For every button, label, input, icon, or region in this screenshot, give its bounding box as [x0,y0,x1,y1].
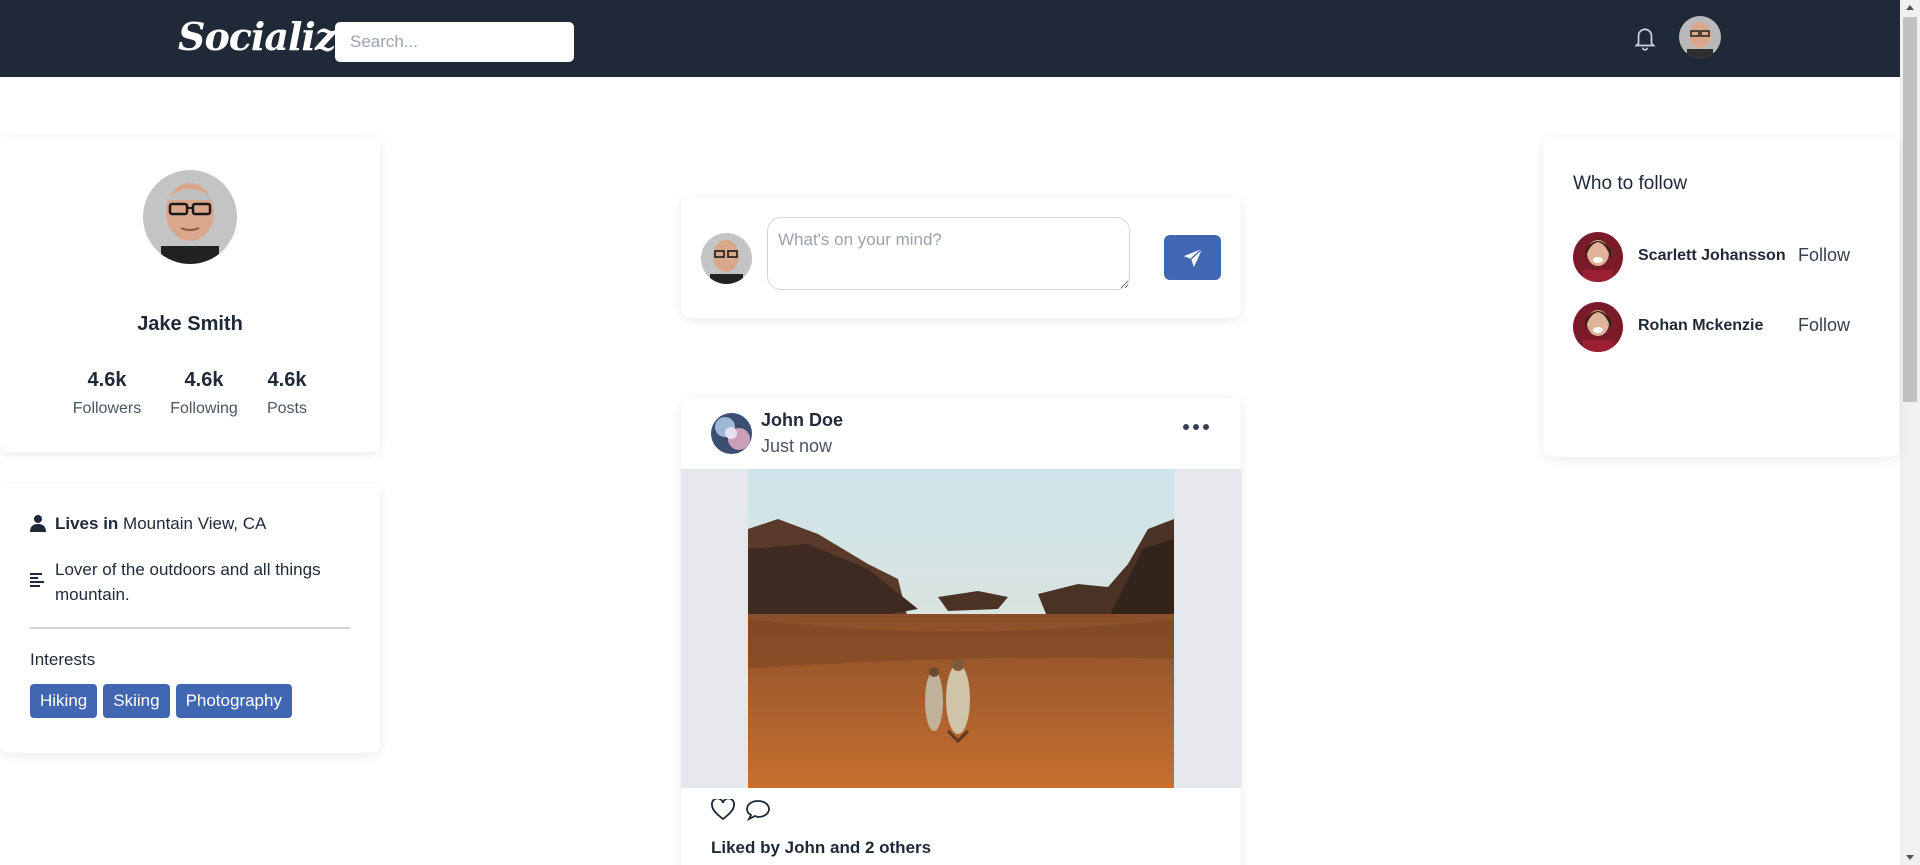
bio-line: Lover of the outdoors and all things [55,560,321,579]
interest-tag-skiing[interactable]: Skiing [103,684,170,718]
stat-value: 4.6k [184,369,224,391]
page-scrollbar[interactable] [1900,0,1920,865]
follow-suggestion: Rohan Mckenzie Follow [1573,302,1873,354]
interest-tag-photography[interactable]: Photography [175,684,292,718]
stat-label: Posts [266,400,307,417]
follow-button[interactable]: Follow [1798,245,1850,266]
post-composer [681,197,1241,318]
suggestion-avatar[interactable] [1573,232,1623,282]
composer-avatar [701,233,752,284]
divider [30,627,350,629]
stat-label: Following [170,400,238,417]
lives-in-label: Lives in [55,514,119,533]
scroll-thumb[interactable] [1903,17,1917,402]
paper-plane-icon [1183,247,1203,267]
more-options-icon[interactable] [1183,420,1209,434]
heart-icon[interactable] [711,799,735,821]
suggestion-name[interactable]: Rohan Mckenzie [1638,317,1763,335]
profile-card: Jake Smith 4.6k Followers 4.6k Following… [0,137,380,452]
bell-icon[interactable] [1632,24,1658,52]
text-align-icon [30,573,44,587]
suggestion-avatar[interactable] [1573,302,1623,352]
composer-textarea[interactable] [767,217,1130,290]
comment-icon[interactable] [745,799,771,821]
profile-name: Jake Smith [137,313,243,335]
interest-tag-hiking[interactable]: Hiking [30,684,98,718]
follow-button[interactable]: Follow [1798,315,1850,336]
who-to-follow-card: Who to follow Scarlett Johansson Follow … [1543,137,1899,457]
send-post-button[interactable] [1164,235,1221,280]
scroll-down-arrow-icon[interactable] [1906,855,1914,860]
suggestion-name[interactable]: Scarlett Johansson [1638,247,1786,265]
location-text: Mountain View, CA [123,514,267,533]
post-author-avatar[interactable] [711,413,752,454]
stat-value: 4.6k [87,369,127,391]
interests-title: Interests [30,650,96,669]
app-logo[interactable]: Socialize [178,14,360,59]
bio-line: mountain. [55,585,130,604]
post-image[interactable] [748,469,1174,788]
user-avatar[interactable] [1679,16,1721,58]
about-card: Lives in Mountain View, CA Lover of the … [0,484,380,753]
stat-value: 4.6k [267,369,307,391]
search-input[interactable] [335,22,574,62]
liked-by-text[interactable]: Liked by John and 2 others [711,838,931,858]
who-to-follow-title: Who to follow [1573,173,1688,194]
post-image-area [681,469,1241,788]
follow-suggestion: Scarlett Johansson Follow [1573,232,1873,284]
profile-avatar[interactable] [143,170,237,264]
scroll-up-arrow-icon[interactable] [1906,5,1914,10]
stat-posts[interactable]: 4.6k Posts [263,369,311,418]
bio-text: Lover of the outdoors and all things mou… [55,557,355,607]
post-author-name[interactable]: John Doe [761,410,843,431]
post-timestamp: Just now [761,436,833,456]
person-icon [30,515,46,532]
top-navbar: Socialize [0,0,1900,77]
stat-followers[interactable]: 4.6k Followers [72,369,142,418]
stat-label: Followers [72,400,142,417]
post-card: John Doe Just now Liked by John and 2 ot… [681,398,1241,865]
interest-tags: Hiking Skiing Photography [30,684,292,718]
lives-in-row: Lives in Mountain View, CA [55,511,266,536]
stat-following[interactable]: 4.6k Following [168,369,240,418]
